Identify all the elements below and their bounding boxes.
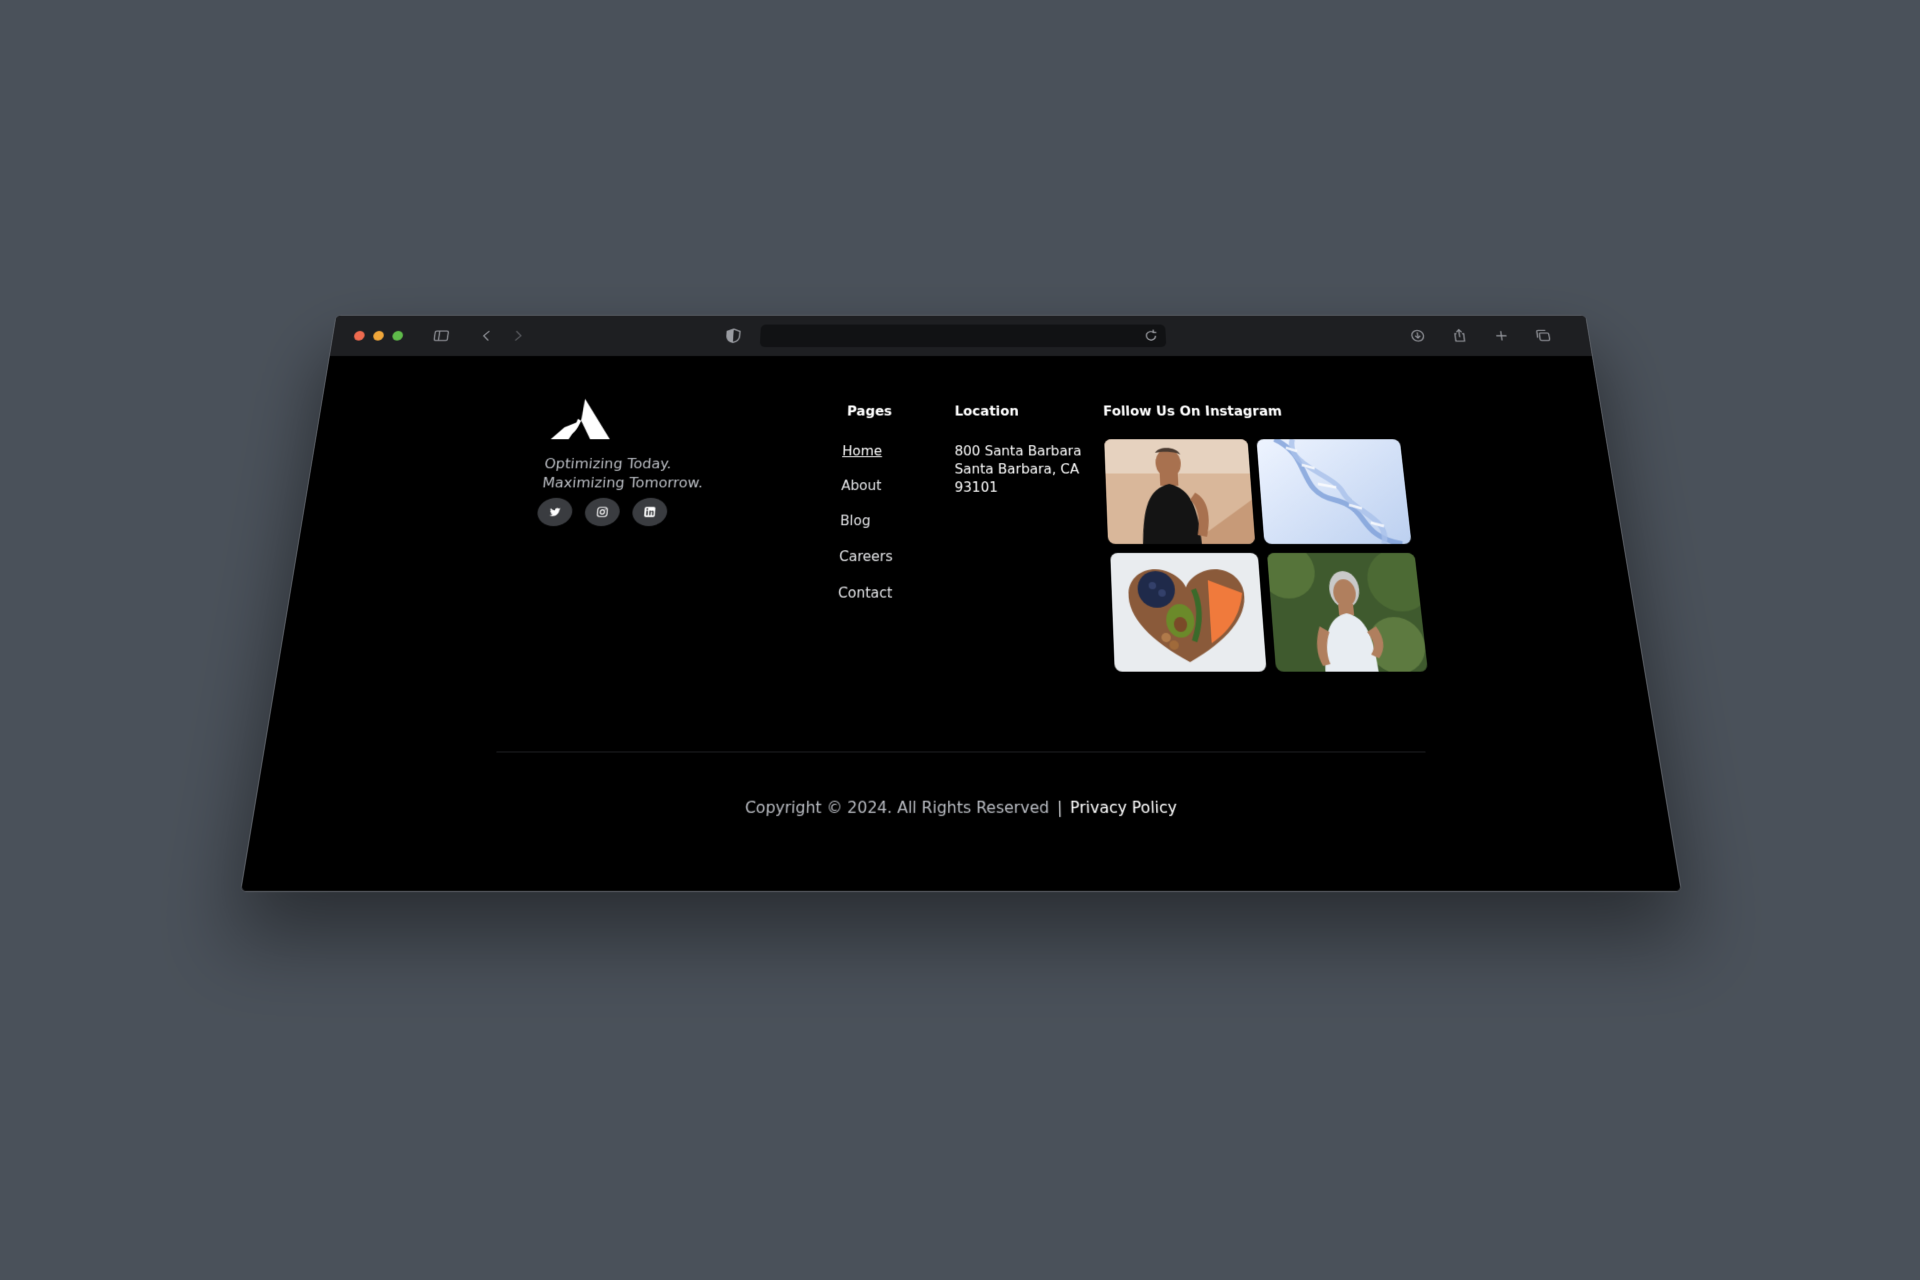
instagram-grid xyxy=(1104,439,1428,673)
browser-window: Optimizing Today. Maximizing Tomorrow. P… xyxy=(240,314,1682,892)
footer-divider xyxy=(496,751,1426,753)
zoom-window-button[interactable] xyxy=(391,330,404,341)
linkedin-icon xyxy=(644,506,656,518)
sidebar-icon[interactable] xyxy=(429,326,453,345)
nav-link-careers[interactable]: Careers xyxy=(838,548,893,584)
brand-logo[interactable] xyxy=(549,397,616,441)
instagram-photo-runner-man[interactable] xyxy=(1104,439,1256,544)
tagline-line: Maximizing Tomorrow. xyxy=(541,474,704,491)
instagram-link[interactable] xyxy=(583,497,621,527)
copyright-text: Copyright © 2024. All Rights Reserved xyxy=(744,797,1050,818)
address-block: 800 Santa Barbara Santa Barbara, CA 9310… xyxy=(955,443,1083,497)
close-window-button[interactable] xyxy=(353,330,366,341)
nav-link-blog[interactable]: Blog xyxy=(839,512,893,548)
new-tab-icon[interactable] xyxy=(1490,326,1514,345)
nav-link-home[interactable]: Home xyxy=(842,443,895,477)
copyright-bar: Copyright © 2024. All Rights Reserved | Pr… xyxy=(253,798,1668,817)
address-line: 800 Santa Barbara xyxy=(954,443,1082,459)
instagram-icon xyxy=(595,506,609,518)
copyright-separator: | xyxy=(1056,797,1063,818)
instagram-photo-dna[interactable] xyxy=(1256,439,1412,544)
nav-link-about[interactable]: About xyxy=(840,477,894,512)
download-icon[interactable] xyxy=(1406,326,1429,345)
privacy-shield-icon[interactable] xyxy=(723,327,743,345)
instagram-heading: Follow Us On Instagram xyxy=(1102,403,1283,419)
share-icon[interactable] xyxy=(1448,326,1471,345)
nav-link-contact[interactable]: Contact xyxy=(837,584,893,621)
pages-nav: Home About Blog Careers Contact xyxy=(837,443,895,621)
tabs-overview-icon[interactable] xyxy=(1531,326,1555,345)
instagram-photo-healthy-food[interactable] xyxy=(1110,552,1267,672)
back-icon[interactable] xyxy=(475,326,498,345)
stage: Optimizing Today. Maximizing Tomorrow. P… xyxy=(0,0,1920,1280)
instagram-photo-runner-woman[interactable] xyxy=(1266,552,1428,672)
address-bar[interactable] xyxy=(759,324,1167,348)
brand-tagline: Optimizing Today. Maximizing Tomorrow. xyxy=(541,455,704,493)
location-heading: Location xyxy=(954,403,1019,419)
address-line: Santa Barbara, CA xyxy=(954,461,1080,477)
privacy-policy-link[interactable]: Privacy Policy xyxy=(1070,798,1178,817)
forward-icon[interactable] xyxy=(506,326,529,345)
browser-toolbar xyxy=(329,315,1593,357)
address-line: 93101 xyxy=(954,479,998,496)
twitter-icon xyxy=(549,507,561,517)
pages-heading: Pages xyxy=(846,403,893,419)
twitter-link[interactable] xyxy=(536,497,574,527)
site-footer: Optimizing Today. Maximizing Tomorrow. P… xyxy=(241,355,1681,891)
reload-icon[interactable] xyxy=(1143,329,1159,343)
tagline-line: Optimizing Today. xyxy=(543,455,673,472)
social-links xyxy=(536,497,669,527)
minimize-window-button[interactable] xyxy=(372,330,385,341)
linkedin-link[interactable] xyxy=(631,497,669,527)
